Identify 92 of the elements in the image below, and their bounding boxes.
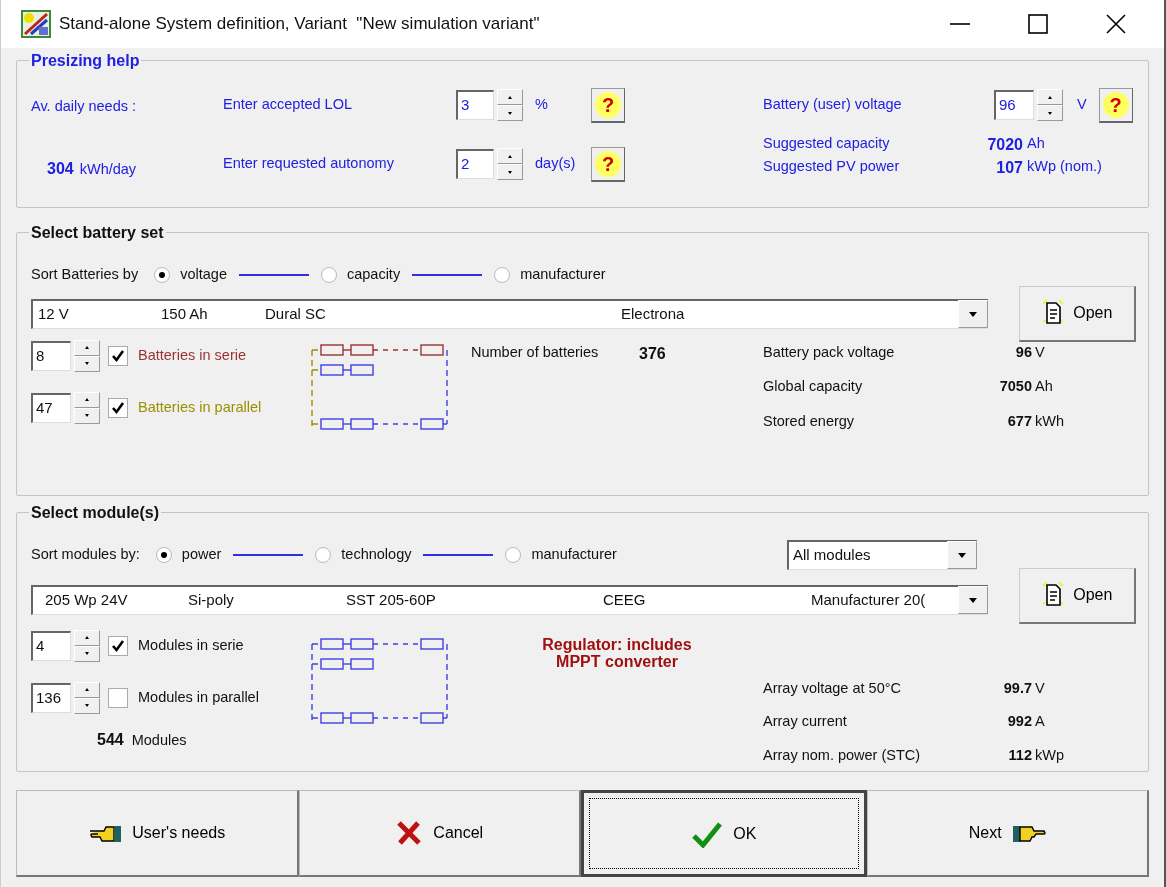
battery-dropdown[interactable]: 12 V 150 Ah Dural SC Electrona	[31, 298, 988, 329]
number-field[interactable]: 3	[456, 90, 494, 121]
result-label: Array nom. power (STC)	[763, 746, 922, 766]
regulator-note: Regulator: includes MPPT converter	[541, 635, 693, 673]
spin-button[interactable]	[74, 681, 100, 714]
checkbox[interactable]	[108, 635, 128, 656]
open-button[interactable]: Open	[1018, 567, 1136, 624]
spin-button[interactable]	[74, 391, 100, 424]
sort-label: Sort Batteries by	[31, 264, 139, 284]
count-value: 544	[97, 729, 124, 750]
help-button[interactable]: ?	[591, 87, 625, 123]
result-label: Array voltage at 50°C	[763, 678, 902, 698]
maximize-icon[interactable]	[1027, 13, 1049, 35]
unit-label: V	[1077, 95, 1087, 115]
close-icon[interactable]	[1105, 13, 1127, 35]
unit-label: V	[1035, 678, 1046, 698]
suggested-value: 107	[995, 157, 1024, 178]
field-label: Number of batteries	[471, 342, 600, 362]
spin-button[interactable]	[497, 148, 523, 181]
caret-icon[interactable]	[957, 586, 988, 615]
unit-label: V	[1035, 342, 1046, 362]
field-label: Enter accepted LOL	[223, 95, 353, 115]
document-icon	[1041, 300, 1066, 327]
field-label: Suggested capacity	[763, 133, 891, 153]
sort-label: Sort modules by:	[31, 544, 140, 564]
number-field[interactable]: 136	[31, 682, 71, 713]
count-label: Batteries in parallel	[138, 397, 262, 417]
unit-label: kWp (nom.)	[1027, 156, 1103, 176]
number-field[interactable]: 8	[31, 340, 71, 371]
result-label: Array current	[763, 712, 848, 732]
spin-button[interactable]	[497, 89, 523, 122]
unit-label: Ah	[1027, 133, 1046, 153]
count-label: Batteries in serie	[138, 345, 246, 365]
unit-label: %	[535, 95, 549, 115]
unit-label: A	[1035, 712, 1046, 732]
app-icon	[21, 10, 51, 38]
checkbox[interactable]	[108, 397, 128, 418]
field-label: Enter requested autonomy	[223, 154, 395, 174]
help-button[interactable]: ?	[1098, 87, 1133, 123]
dialog-button[interactable]: Cancel	[298, 790, 581, 877]
suggested-value: 7020	[986, 134, 1024, 155]
help-button[interactable]: ?	[591, 146, 625, 182]
count-label: Modules in serie	[138, 635, 244, 655]
radio-option[interactable]: technology	[315, 543, 412, 566]
field-label: Av. daily needs :	[31, 96, 138, 116]
field-label: Suggested PV power	[763, 156, 901, 176]
field-label: Battery (user) voltage	[763, 95, 903, 115]
document-icon	[1041, 582, 1066, 609]
filter-dropdown[interactable]: All modules	[787, 539, 977, 570]
unit-label: kWp	[1035, 746, 1064, 766]
open-button[interactable]: Open	[1018, 285, 1136, 342]
result-value: 112	[1007, 746, 1033, 766]
radio-option[interactable]: voltage	[154, 263, 227, 286]
unit-label: kWh/day	[79, 160, 137, 180]
needs-value: 304	[47, 159, 74, 180]
result-label: Global capacity	[763, 377, 864, 397]
result-value: 677	[1006, 411, 1033, 431]
count-value: 376	[639, 343, 666, 364]
module-dropdown[interactable]: 205 Wp 24V Si-poly SST 205-60P CEEG Manufacturer 20(	[31, 584, 988, 615]
result-value: 992	[1006, 712, 1033, 732]
unit-label: day(s)	[535, 154, 577, 174]
spin-button[interactable]	[1037, 89, 1063, 122]
spin-button[interactable]	[74, 339, 100, 372]
group-title: Presizing help	[30, 52, 141, 70]
group-title: Select module(s)	[30, 504, 161, 522]
count-label: Modules	[131, 730, 187, 750]
result-value: 7050	[998, 377, 1033, 397]
group-title: Select battery set	[30, 224, 165, 242]
result-value: 99.7	[1002, 678, 1033, 698]
count-label: Modules in parallel	[138, 687, 259, 707]
number-field[interactable]: 96	[994, 90, 1034, 121]
window-title: Stand-alone System definition, Variant "New simulation variant"	[59, 13, 541, 36]
dialog-button[interactable]: OK	[581, 790, 867, 877]
caret-icon[interactable]	[957, 300, 988, 329]
number-field[interactable]: 2	[456, 149, 494, 180]
caret-icon[interactable]	[947, 541, 977, 570]
radio-option[interactable]: power	[155, 543, 222, 566]
dialog-button[interactable]: Next	[866, 790, 1149, 877]
unit-label: kWh	[1035, 411, 1064, 431]
number-field[interactable]: 4	[31, 630, 71, 661]
checkbox[interactable]	[108, 687, 128, 708]
result-value: 96	[1014, 342, 1033, 362]
radio-option[interactable]: capacity	[320, 263, 401, 286]
radio-option[interactable]: manufacturer	[505, 543, 617, 566]
dialog-button[interactable]: User's needs	[16, 790, 299, 877]
unit-label: Ah	[1035, 377, 1054, 397]
result-label: Stored energy	[763, 411, 856, 431]
radio-option[interactable]: manufacturer	[494, 263, 606, 286]
checkbox[interactable]	[108, 345, 128, 366]
number-field[interactable]: 47	[31, 392, 71, 423]
result-label: Battery pack voltage	[763, 342, 896, 362]
spin-button[interactable]	[74, 629, 100, 662]
